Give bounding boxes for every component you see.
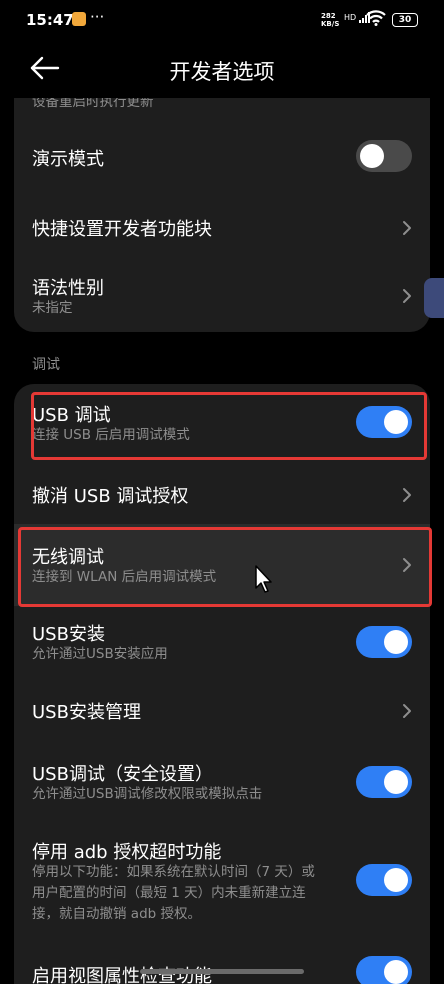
floating-side-tab[interactable] xyxy=(424,278,444,318)
setting-row-demo-mode[interactable]: 演示模式 xyxy=(14,118,430,192)
setting-subtitle-line: 用户配置的时间（最短 1 天）内未重新建立连 xyxy=(32,885,306,901)
toggle-knob xyxy=(384,630,408,654)
toggle-switch[interactable] xyxy=(356,956,412,984)
setting-subtitle: 允许通过USB安装应用 xyxy=(32,646,168,662)
setting-row-view-attribute-inspection[interactable]: 启用视图属性检查功能 xyxy=(14,938,430,984)
app-header: 开发者选项 xyxy=(0,40,444,98)
status-time: 15:47 xyxy=(26,11,74,29)
toggle-switch[interactable] xyxy=(356,766,412,798)
more-notifications-icon: ··· xyxy=(90,8,105,26)
setting-subtitle: 允许通过USB调试修改权限或模拟点击 xyxy=(32,786,263,802)
network-speed: 282 KB/S xyxy=(321,12,339,28)
setting-subtitle: 未指定 xyxy=(32,300,73,316)
network-speed-unit: KB/S xyxy=(321,20,340,28)
setting-row-quick-settings-tiles[interactable]: 快捷设置开发者功能块 xyxy=(14,192,430,250)
notification-icon xyxy=(72,12,86,26)
setting-row-revoke-usb-auth[interactable]: 撤消 USB 调试授权 xyxy=(14,464,430,524)
setting-subtitle-line: 停用以下功能：如果系统在默认时间（7 天）或 xyxy=(32,864,315,880)
settings-list[interactable]: 设备重启时执行更新 演示模式 快捷设置开发者功能块 语法性别 未指定 调试 US… xyxy=(0,98,444,984)
setting-row-usb-debugging-security[interactable]: USB调试（安全设置） 允许通过USB调试修改权限或模拟点击 xyxy=(14,740,430,824)
setting-row-usb-install[interactable]: USB安装 允许通过USB安装应用 xyxy=(14,606,430,680)
gesture-nav-handle[interactable] xyxy=(140,969,304,974)
toggle-switch[interactable] xyxy=(356,626,412,658)
highlight-usb-debugging xyxy=(31,392,427,460)
setting-row-disable-adb-timeout[interactable]: 停用 adb 授权超时功能 停用以下功能：如果系统在默认时间（7 天）或 用户配… xyxy=(14,824,430,938)
toggle-knob xyxy=(360,144,384,168)
highlight-wireless-debugging xyxy=(18,527,432,607)
mouse-cursor-icon xyxy=(254,564,274,594)
chevron-right-icon xyxy=(402,703,412,719)
wifi-icon xyxy=(366,10,386,30)
setting-title: 撤消 USB 调试授权 xyxy=(32,486,189,507)
setting-title: 演示模式 xyxy=(32,149,104,170)
chevron-right-icon xyxy=(402,288,412,304)
setting-row-usb-install-management[interactable]: USB安装管理 xyxy=(14,680,430,740)
toggle-switch[interactable] xyxy=(356,140,412,172)
chevron-right-icon xyxy=(402,220,412,236)
battery-icon: 30 xyxy=(392,13,418,27)
signal-label: HD xyxy=(344,13,357,22)
setting-subtitle: 设备重启时执行更新 xyxy=(32,98,154,110)
settings-card-general: 设备重启时执行更新 演示模式 快捷设置开发者功能块 语法性别 未指定 xyxy=(14,98,430,332)
setting-title: USB调试（安全设置） xyxy=(32,764,213,785)
setting-title: USB安装 xyxy=(32,624,105,645)
setting-subtitle-line: 接，就自动撤销 adb 授权。 xyxy=(32,906,201,922)
toggle-switch[interactable] xyxy=(356,864,412,896)
page-title: 开发者选项 xyxy=(169,60,275,84)
chevron-right-icon xyxy=(402,487,412,503)
toggle-knob xyxy=(384,960,408,984)
setting-row-grammatical-gender[interactable]: 语法性别 未指定 xyxy=(14,250,430,332)
status-bar: 15:47 ··· 282 KB/S HD 30 xyxy=(0,0,444,40)
section-header-debug: 调试 xyxy=(32,357,60,373)
network-speed-value: 282 xyxy=(321,12,336,20)
toggle-knob xyxy=(384,868,408,892)
setting-title: 停用 adb 授权超时功能 xyxy=(32,842,222,863)
setting-title: 快捷设置开发者功能块 xyxy=(32,219,212,240)
toggle-knob xyxy=(384,770,408,794)
settings-card-debug: USB 调试 连接 USB 后启用调试模式 撤消 USB 调试授权 无线调试 连… xyxy=(14,384,430,984)
setting-title: USB安装管理 xyxy=(32,702,141,723)
setting-row-update-on-reboot[interactable]: 设备重启时执行更新 xyxy=(14,98,430,118)
setting-title: 语法性别 xyxy=(32,278,104,299)
